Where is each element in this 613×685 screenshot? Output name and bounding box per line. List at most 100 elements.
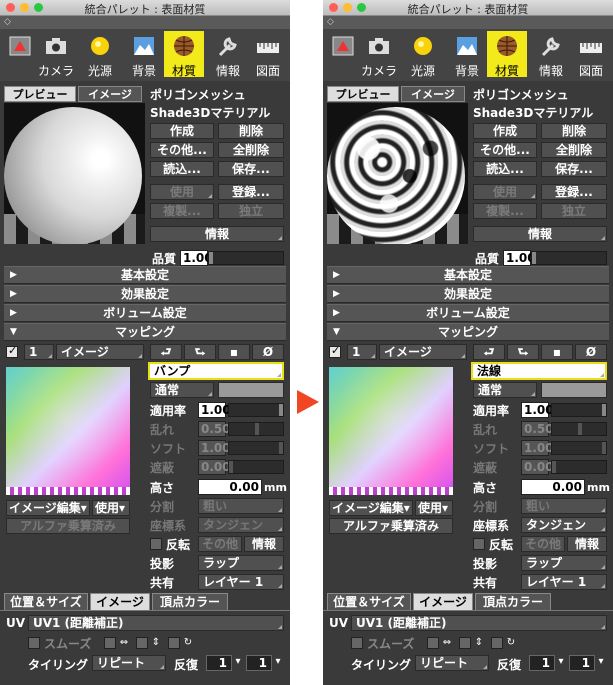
repeat-y-field[interactable]: 1	[246, 655, 272, 671]
chevron-down-icon[interactable]: ▾	[555, 656, 567, 668]
flip-v-checkbox[interactable]	[459, 637, 471, 649]
toolbar-item-shade[interactable]	[327, 31, 355, 77]
info-button[interactable]: 情報	[473, 226, 607, 242]
info-button[interactable]: 情報	[150, 226, 284, 242]
palette-toggle[interactable]: ◇	[0, 16, 290, 29]
use-button[interactable]: 使用	[473, 184, 537, 200]
flip-v-checkbox[interactable]	[136, 637, 148, 649]
uv-select[interactable]: UV1 (距離補正)	[351, 615, 607, 631]
blend-color-swatch[interactable]	[541, 382, 607, 398]
repeat-x-field[interactable]: 1	[206, 655, 232, 671]
clear-slash-button[interactable]: Ø	[252, 344, 284, 360]
tab-vertex-color[interactable]: 頂点カラー	[152, 593, 228, 610]
disorder-slider-knob[interactable]	[255, 423, 259, 435]
toolbar-item-light[interactable]: 光源	[403, 31, 443, 78]
layer-number-select[interactable]: 1	[24, 344, 54, 360]
tiling-select[interactable]: リピート	[92, 655, 166, 671]
image-edit-menu[interactable]: イメージ編集▾	[6, 500, 90, 516]
section-volume[interactable]: ▶ ボリューム設定	[4, 304, 286, 322]
blend-mode-select[interactable]: 通常	[473, 382, 537, 398]
rate-field[interactable]: 1.00	[198, 402, 231, 418]
tab-position-size[interactable]: 位置＆サイズ	[327, 593, 411, 610]
toolbar-item-material[interactable]: 材質	[164, 31, 204, 78]
divide-select[interactable]: 粗い	[521, 498, 607, 514]
layer-number-select[interactable]: 1	[347, 344, 377, 360]
quality-field[interactable]: 1.00	[503, 250, 536, 266]
alpha-premultiplied-button[interactable]: アルファ乗算済み	[329, 518, 453, 534]
section-mapping[interactable]: ▼ マッピング	[327, 323, 609, 341]
image-use-menu[interactable]: 使用▾	[415, 500, 453, 516]
section-mapping[interactable]: ▼ マッピング	[4, 323, 286, 341]
coord-select[interactable]: タンジェン	[521, 517, 607, 533]
tab-preview[interactable]: プレビュー	[327, 86, 399, 102]
toolbar-item-camera[interactable]: カメラ	[359, 31, 399, 78]
repeat-x-field[interactable]: 1	[529, 655, 555, 671]
repeat-y-field[interactable]: 1	[569, 655, 595, 671]
divide-select[interactable]: 粗い	[198, 498, 284, 514]
tab-image[interactable]: イメージ	[78, 86, 142, 102]
register-button[interactable]: 登録...	[218, 184, 284, 200]
share-select[interactable]: レイヤー 1	[521, 574, 607, 590]
independent-button[interactable]: 独立	[218, 203, 284, 219]
quality-slider[interactable]	[531, 251, 607, 265]
flip-h-checkbox[interactable]	[104, 637, 116, 649]
disorder-field[interactable]: 0.50	[521, 421, 554, 437]
soft-field[interactable]: 1.00	[198, 440, 231, 456]
section-volume[interactable]: ▶ ボリューム設定	[327, 304, 609, 322]
toolbar-item-background[interactable]: 背景	[124, 31, 164, 78]
tiling-select[interactable]: リピート	[415, 655, 489, 671]
layer-type-select[interactable]: イメージ	[379, 344, 467, 360]
create-button[interactable]: 作成	[150, 123, 214, 139]
projection-select[interactable]: ラップ	[198, 555, 284, 571]
copy-square-button[interactable]: ▪	[218, 344, 250, 360]
other-button[interactable]: その他...	[473, 142, 537, 158]
duplicate-button[interactable]: 複製...	[473, 203, 537, 219]
rate-slider[interactable]	[551, 403, 607, 417]
section-effects[interactable]: ▶ 効果設定	[327, 285, 609, 303]
toolbar-item-camera[interactable]: カメラ	[36, 31, 76, 78]
quality-slider-knob[interactable]	[532, 252, 536, 264]
delete-all-button[interactable]: 全削除	[541, 142, 607, 158]
flip-h-checkbox[interactable]	[427, 637, 439, 649]
rate-slider[interactable]	[228, 403, 284, 417]
toolbar-item-drawing[interactable]: 図面	[571, 31, 611, 78]
tab-image-settings[interactable]: イメージ	[413, 593, 473, 610]
share-select[interactable]: レイヤー 1	[198, 574, 284, 590]
rate-field[interactable]: 1.00	[521, 402, 554, 418]
projection-select[interactable]: ラップ	[521, 555, 607, 571]
invert-checkbox[interactable]	[473, 538, 485, 550]
soft-slider[interactable]	[551, 441, 607, 455]
load-arrow-button[interactable]: ⮐	[150, 344, 182, 360]
quality-slider-knob[interactable]	[209, 252, 213, 264]
toolbar-item-material[interactable]: 材質	[487, 31, 527, 78]
register-button[interactable]: 登録...	[541, 184, 607, 200]
title-bar[interactable]: 統合パレット : 表面材質	[323, 0, 613, 16]
quality-field[interactable]: 1.00	[180, 250, 213, 266]
section-effects[interactable]: ▶ 効果設定	[4, 285, 286, 303]
section-basic[interactable]: ▶ 基本設定	[327, 266, 609, 284]
uv-select[interactable]: UV1 (距離補正)	[28, 615, 284, 631]
toolbar-item-drawing[interactable]: 図面	[248, 31, 288, 78]
duplicate-button[interactable]: 複製...	[150, 203, 214, 219]
smooth-checkbox[interactable]	[351, 637, 363, 649]
create-button[interactable]: 作成	[473, 123, 537, 139]
save-button[interactable]: 保存...	[541, 161, 607, 177]
chevron-down-icon[interactable]: ▾	[272, 656, 284, 668]
other-options-button[interactable]: その他	[521, 536, 565, 552]
section-basic[interactable]: ▶ 基本設定	[4, 266, 286, 284]
tab-preview[interactable]: プレビュー	[4, 86, 76, 102]
load-button[interactable]: 読込...	[150, 161, 214, 177]
load-arrow-button[interactable]: ⮐	[473, 344, 505, 360]
shield-slider[interactable]	[228, 460, 284, 474]
rotate-checkbox[interactable]	[491, 637, 503, 649]
delete-button[interactable]: 削除	[541, 123, 607, 139]
toolbar-item-info[interactable]: 情報	[531, 31, 571, 78]
load-button[interactable]: 読込...	[473, 161, 537, 177]
store-arrow-button[interactable]: ⮑	[184, 344, 216, 360]
delete-button[interactable]: 削除	[218, 123, 284, 139]
shield-slider-knob[interactable]	[552, 461, 556, 473]
chevron-down-icon[interactable]: ▾	[232, 656, 244, 668]
tab-image[interactable]: イメージ	[401, 86, 465, 102]
blend-color-swatch[interactable]	[218, 382, 284, 398]
other-options-button[interactable]: その他	[198, 536, 242, 552]
